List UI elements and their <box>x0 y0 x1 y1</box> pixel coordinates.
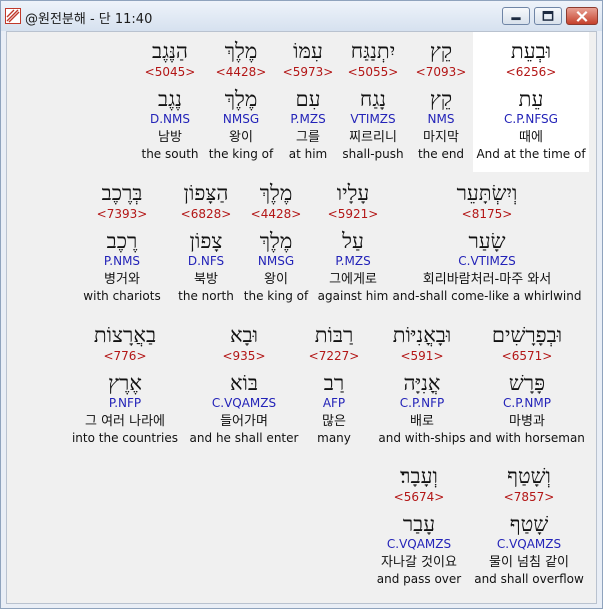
strong-number: <776> <box>103 349 147 363</box>
morph-code: C.VQAMZS <box>211 396 277 410</box>
analysis-panel: וּבְעֵת <6256> עֵת C.P.NFSG 때에 And at th… <box>6 31 597 604</box>
morph-code: P.NMS <box>103 254 141 268</box>
word-cell[interactable]: וְיִשְׂתָּעֵר <8175> שָׂעַר C.VTIMZS 회리바… <box>387 180 587 304</box>
english-gloss: into the countries <box>71 431 179 445</box>
strong-number: <5045> <box>144 65 196 79</box>
hebrew-lemma: רֶכֶב <box>106 229 138 253</box>
korean-gloss: 남방 <box>158 130 182 145</box>
maximize-button[interactable] <box>534 7 562 25</box>
english-gloss: and-shall come-like a whirlwind <box>392 289 582 303</box>
hebrew-lemma: שָׂעַר <box>468 229 506 253</box>
hebrew-word: הַנֶּגֶב <box>152 39 188 63</box>
korean-gloss: 자나갈 것이요 <box>381 555 457 570</box>
morph-code: P.NFP <box>108 396 142 410</box>
strong-number: <7857> <box>503 490 555 504</box>
hebrew-lemma: נֶגֶב <box>158 87 182 111</box>
hebrew-word: בַאֲרָצוֹת <box>93 323 157 347</box>
hebrew-word: וּבָא <box>229 323 259 347</box>
minimize-icon <box>511 17 521 21</box>
morph-code: D.NMS <box>149 112 190 126</box>
hebrew-word: וְיִשְׂתָּעֵר <box>456 181 518 205</box>
hebrew-word: וְשָׁטַף <box>507 464 551 488</box>
hebrew-word: וּבְפָרָשִׁים <box>491 323 563 347</box>
maximize-icon <box>542 10 554 21</box>
word-cell[interactable]: בְּרֶכֶב <7393> רֶכֶב P.NMS 병거와 with cha… <box>62 180 182 304</box>
app-window: @원전분해 - 단 11:40 וּבְעֵת <6256> עֵת C.P.N… <box>0 0 603 609</box>
hebrew-word: וְעָבָר׃ <box>400 464 438 488</box>
close-button[interactable] <box>566 7 598 25</box>
korean-gloss: 병거와 <box>104 272 140 287</box>
hebrew-lemma: בּוֹא <box>229 371 259 395</box>
korean-gloss: 회리바람처러-마주 와서 <box>422 272 552 287</box>
title-bar[interactable]: @원전분해 - 단 11:40 <box>1 1 602 31</box>
hebrew-lemma: אֶרֶץ <box>108 371 142 395</box>
morph-code: C.VTIMZS <box>458 254 516 268</box>
word-cell[interactable]: בַאֲרָצוֹת <776> אֶרֶץ P.NFP 그 여러 나라에 in… <box>65 322 185 446</box>
app-logo-icon <box>5 8 21 24</box>
word-cell[interactable]: הַנֶּגֶב <5045> נֶגֶב D.NMS 남방 the south <box>110 38 230 162</box>
korean-gloss: 물이 넘침 같이 <box>488 555 570 570</box>
hebrew-word: בְּרֶכֶב <box>101 181 143 205</box>
english-gloss: and he shall enter <box>189 431 299 445</box>
korean-gloss: 들어가며 <box>220 414 268 429</box>
english-gloss: and with horseman <box>469 431 585 445</box>
hebrew-lemma: פָּרָשׁ <box>508 371 546 395</box>
english-gloss: with chariots <box>83 289 161 303</box>
strong-number: <8175> <box>461 207 513 221</box>
korean-gloss: 그 여러 나라에 <box>84 414 166 429</box>
window-title: @원전분해 - 단 11:40 <box>25 12 153 27</box>
english-gloss: and shall overflow <box>474 572 584 586</box>
hebrew-lemma: שָׁטַף <box>509 512 549 536</box>
strong-number: <6571> <box>501 349 553 363</box>
korean-gloss: 마병과 <box>509 414 545 429</box>
strong-number: <7393> <box>96 207 148 221</box>
strong-number: <5674> <box>393 490 445 504</box>
hebrew-lemma: עָבַר <box>402 512 436 536</box>
word-cell[interactable]: וְשָׁטַף <7857> שָׁטַף C.VQAMZS 물이 넘침 같이… <box>469 463 589 587</box>
word-cell[interactable]: וּבָא <935> בּוֹא C.VQAMZS 들어가며 and he s… <box>184 322 304 446</box>
morph-code: C.P.NMP <box>503 396 551 410</box>
strong-number: <935> <box>222 349 266 363</box>
word-cell[interactable]: וּבְפָרָשִׁים <6571> פָּרָשׁ C.P.NMP 마병과… <box>467 322 587 446</box>
english-gloss: the south <box>141 147 199 161</box>
word-cell[interactable]: וְעָבָר׃ <5674> עָבַר C.VQAMZS 자나갈 것이요 a… <box>359 463 479 587</box>
minimize-button[interactable] <box>502 7 530 25</box>
english-gloss: and pass over <box>376 572 462 586</box>
morph-code: C.VQAMZS <box>386 537 452 551</box>
morph-code: C.VQAMZS <box>496 537 562 551</box>
close-icon <box>576 10 588 22</box>
